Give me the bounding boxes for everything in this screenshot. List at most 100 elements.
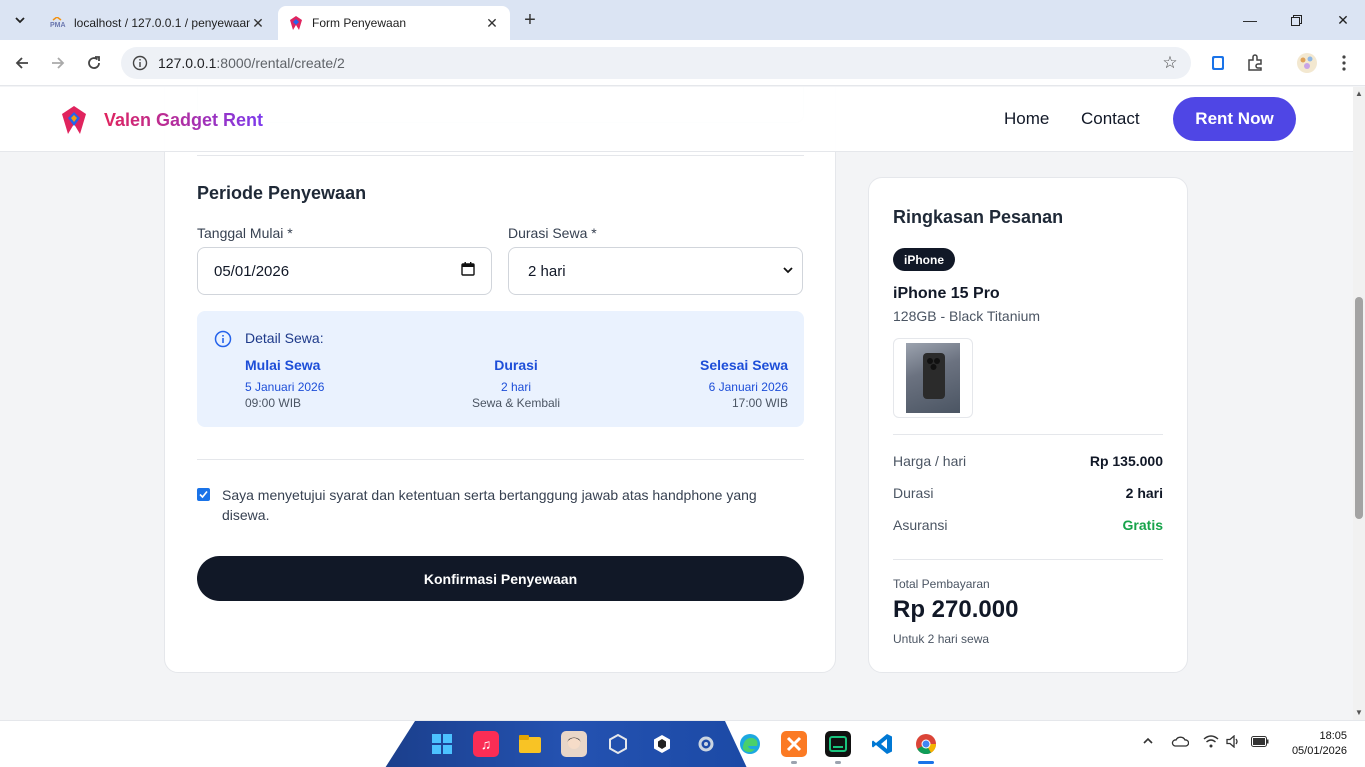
duration-row: Durasi 2 hari	[893, 485, 1163, 501]
tab-phpmyadmin[interactable]: PMA localhost / 127.0.0.1 / penyewaan ✕	[40, 6, 276, 40]
url-host: 127.0.0.1	[158, 55, 217, 71]
duration-note: Sewa & Kembali	[471, 396, 561, 410]
google-lens-icon[interactable]	[1207, 52, 1229, 74]
system-clock[interactable]: 18:05 05/01/2026	[1282, 729, 1347, 759]
start-date-label: Tanggal Mulai *	[197, 225, 293, 241]
info-icon	[214, 330, 232, 348]
product-image	[893, 338, 973, 418]
scroll-up-icon[interactable]: ▲	[1354, 89, 1364, 99]
total-label: Total Pembayaran	[893, 577, 990, 591]
start-windows-icon[interactable]	[429, 731, 455, 757]
terminal-app-icon[interactable]	[825, 731, 851, 757]
row-label: Durasi	[893, 485, 934, 501]
start-heading: Mulai Sewa	[245, 357, 321, 373]
chevron-down-icon	[782, 263, 794, 280]
tray-chevron-up-icon[interactable]	[1142, 735, 1154, 750]
tab-search-dropdown-icon[interactable]	[8, 8, 32, 32]
order-summary-card: Ringkasan Pesanan iPhone iPhone 15 Pro 1…	[868, 177, 1188, 673]
duration-select[interactable]: 2 hari	[508, 247, 803, 295]
back-icon[interactable]	[11, 52, 33, 74]
site-favicon-icon	[288, 15, 304, 31]
anime-app-icon[interactable]	[561, 731, 587, 757]
phone-photo	[906, 343, 960, 413]
rental-form-card: Periode Penyewaan Tanggal Mulai * Durasi…	[164, 87, 836, 673]
restore-icon[interactable]	[1286, 10, 1306, 30]
new-tab-icon[interactable]: +	[518, 10, 542, 30]
agreement-checkbox[interactable]	[197, 488, 210, 501]
scroll-down-icon[interactable]: ▼	[1354, 708, 1364, 718]
profile-avatar-icon[interactable]	[1296, 52, 1318, 74]
vscode-icon[interactable]	[869, 731, 895, 757]
running-indicator	[791, 761, 797, 764]
volume-icon[interactable]	[1226, 734, 1240, 751]
row-label: Asuransi	[893, 517, 948, 533]
end-time: 17:00 WIB	[731, 396, 788, 410]
end-date: 6 Januari 2026	[708, 380, 788, 394]
menu-kebab-icon[interactable]	[1333, 52, 1355, 74]
detail-end-column: Selesai Sewa 6 Januari 2026 17:00 WIB	[700, 357, 788, 411]
rent-now-button[interactable]: Rent Now	[1173, 97, 1296, 141]
battery-icon[interactable]	[1251, 735, 1269, 750]
nav-home[interactable]: Home	[1004, 109, 1049, 129]
detail-duration-column: Durasi 2 hari Sewa & Kembali	[452, 357, 580, 411]
start-date-input[interactable]: 05/01/2026	[197, 247, 492, 295]
summary-divider	[893, 434, 1163, 435]
close-window-icon[interactable]: ✕	[1333, 10, 1353, 30]
brand-logo-icon	[60, 104, 88, 136]
duration-value: 2 hari	[500, 380, 532, 394]
forward-icon[interactable]	[47, 52, 69, 74]
start-date: 5 Januari 2026	[245, 380, 325, 394]
unity-hub-icon[interactable]	[605, 731, 631, 757]
xampp-icon[interactable]	[781, 731, 807, 757]
browser-tab-bar: PMA localhost / 127.0.0.1 / penyewaan ✕ …	[0, 0, 1365, 40]
tab-close-icon[interactable]: ✕	[484, 15, 500, 31]
clock-date: 05/01/2026	[1291, 745, 1347, 757]
agreement-row: Saya menyetujui syarat dan ketentuan ser…	[197, 485, 804, 525]
extensions-icon[interactable]	[1244, 52, 1266, 74]
file-explorer-icon[interactable]	[517, 731, 543, 757]
price-per-day-row: Harga / hari Rp 135.000	[893, 453, 1163, 469]
page-scrollbar[interactable]: ▲ ▼	[1353, 87, 1365, 720]
site-info-icon[interactable]	[125, 55, 155, 71]
edge-browser-icon[interactable]	[737, 731, 763, 757]
duration-select-value: 2 hari	[528, 262, 566, 280]
music-app-icon[interactable]: ♫	[473, 731, 499, 757]
tab-close-icon[interactable]: ✕	[250, 15, 266, 31]
row-value: 2 hari	[1125, 485, 1163, 501]
chrome-icon[interactable]	[913, 731, 939, 757]
unity-editor-icon[interactable]	[649, 731, 675, 757]
product-name: iPhone 15 Pro	[893, 285, 1000, 302]
detail-start-column: Mulai Sewa 5 Januari 2026 09:00 WIB	[245, 357, 324, 411]
address-bar[interactable]: 127.0.0.1:8000/rental/create/2 ☆	[121, 47, 1191, 79]
brand[interactable]: Valen Gadget Rent	[60, 104, 263, 136]
active-indicator	[918, 761, 934, 764]
reload-icon[interactable]	[83, 52, 105, 74]
browser-toolbar: 127.0.0.1:8000/rental/create/2 ☆	[0, 40, 1365, 86]
tab-title: localhost / 127.0.0.1 / penyewaan	[74, 16, 250, 30]
phpmyadmin-favicon-icon: PMA	[50, 15, 66, 31]
confirm-rental-button[interactable]: Konfirmasi Penyewaan	[197, 556, 804, 601]
end-heading: Selesai Sewa	[700, 357, 788, 373]
insurance-row: Asuransi Gratis	[893, 517, 1163, 533]
site-header: Valen Gadget Rent Home Contact Rent Now	[0, 87, 1353, 152]
bookmark-star-icon[interactable]: ☆	[1155, 53, 1185, 73]
wifi-icon[interactable]	[1203, 735, 1219, 751]
minimize-icon[interactable]: —	[1240, 10, 1260, 30]
rental-period-heading: Periode Penyewaan	[197, 183, 367, 203]
nav-contact[interactable]: Contact	[1081, 109, 1140, 129]
page-viewport: Periode Penyewaan Tanggal Mulai * Durasi…	[0, 87, 1353, 720]
duration-label: Durasi Sewa *	[508, 225, 597, 241]
agreement-text[interactable]: Saya menyetujui syarat dan ketentuan ser…	[222, 485, 804, 525]
rental-detail-box: Detail Sewa: Mulai Sewa 5 Januari 2026 0…	[197, 311, 804, 427]
summary-title: Ringkasan Pesanan	[893, 207, 1064, 227]
tab-form-penyewaan[interactable]: Form Penyewaan ✕	[278, 6, 510, 40]
gear-app-icon[interactable]	[693, 731, 719, 757]
start-time: 09:00 WIB	[245, 396, 302, 410]
total-note: Untuk 2 hari sewa	[893, 632, 990, 646]
brand-name: Valen Gadget Rent	[104, 109, 264, 130]
url-text: 127.0.0.1:8000/rental/create/2	[158, 55, 1155, 71]
scrollbar-thumb[interactable]	[1355, 297, 1363, 519]
running-indicator	[835, 761, 841, 764]
onedrive-cloud-icon[interactable]	[1171, 735, 1190, 750]
calendar-icon[interactable]	[461, 262, 475, 280]
